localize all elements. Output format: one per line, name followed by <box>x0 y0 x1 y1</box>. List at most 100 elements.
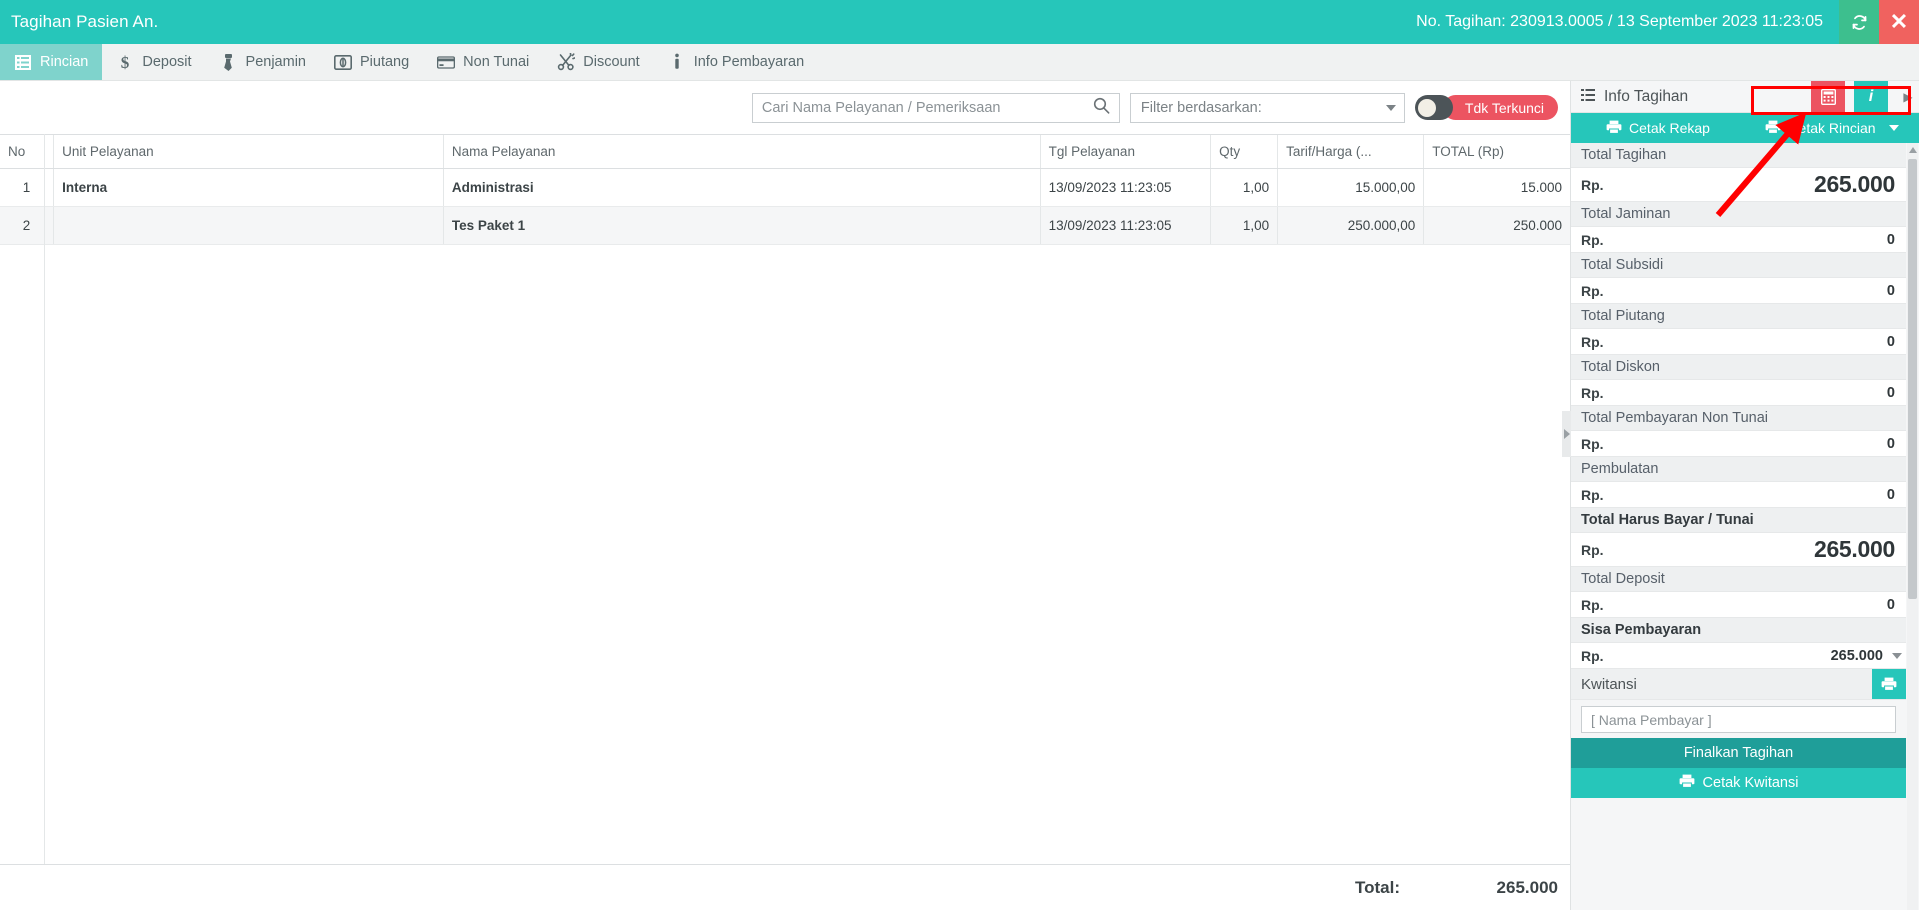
print-rekap-button[interactable]: Cetak Rekap <box>1571 113 1745 143</box>
column-header-nama[interactable]: Nama Pelayanan <box>442 134 1041 169</box>
tab-discount[interactable]: Discount <box>543 44 653 80</box>
chevron-down-icon[interactable] <box>1888 125 1899 131</box>
cell-no: 1 <box>0 168 54 207</box>
search-toolbar: Filter berdasarkan: Tdk Terkunci <box>0 81 1570 134</box>
dollar-icon: $ <box>116 53 134 71</box>
info-icon[interactable]: i <box>1854 80 1888 113</box>
currency-label: Rp. <box>1581 541 1604 558</box>
tab-label: Discount <box>583 54 640 70</box>
tab-info-pembayaran[interactable]: Info Pembayaran <box>654 44 818 80</box>
print-rekap-label: Cetak Rekap <box>1629 120 1710 136</box>
list-icon <box>14 53 32 71</box>
table-row[interactable]: 2 Tes Paket 1 13/09/2023 11:23:05 1,00 2… <box>0 206 1570 245</box>
cell-unit <box>53 206 444 245</box>
chevron-down-icon[interactable] <box>1892 652 1902 659</box>
search-input[interactable] <box>761 99 1093 116</box>
cell-tarif: 15.000,00 <box>1277 168 1424 207</box>
refresh-icon[interactable] <box>1839 0 1879 44</box>
row-label-pembulatan: Pembulatan <box>1571 457 1906 482</box>
row-value-total-harus-bayar: Rp. 265.000 <box>1571 533 1906 567</box>
amount-total-piutang: 0 <box>1886 333 1895 350</box>
amount-sisa-pembayaran: 265.000 <box>1830 647 1883 664</box>
row-label-total-diskon: Total Diskon <box>1571 355 1906 380</box>
cell-total: 15.000 <box>1423 168 1570 207</box>
calculator-icon[interactable] <box>1811 80 1845 113</box>
print-button-group: Cetak Rekap Cetak Rincian <box>1571 113 1919 143</box>
amount-total-diskon: 0 <box>1886 384 1895 401</box>
panel-collapse-handle[interactable] <box>1562 411 1571 457</box>
search-icon[interactable] <box>1093 97 1110 119</box>
column-header-total[interactable]: TOTAL (Rp) <box>1423 134 1570 169</box>
printer-icon[interactable] <box>1872 669 1906 699</box>
list-icon <box>1581 88 1595 106</box>
tab-deposit[interactable]: $ Deposit <box>102 44 205 80</box>
info-panel-header: Info Tagihan i ▶ <box>1571 80 1919 113</box>
cell-unit: Interna <box>53 168 444 207</box>
row-value-sisa-pembayaran[interactable]: Rp. 265.000 <box>1571 643 1906 669</box>
lock-toggle[interactable] <box>1414 95 1453 120</box>
column-header-no[interactable]: No <box>0 134 54 169</box>
cell-total: 250.000 <box>1423 206 1570 245</box>
tie-icon <box>220 53 238 71</box>
currency-label: Rp. <box>1581 435 1604 452</box>
kwitansi-row: Kwitansi <box>1571 669 1906 700</box>
row-value-total-diskon: Rp. 0 <box>1571 380 1906 406</box>
currency-label: Rp. <box>1581 384 1604 401</box>
cell-no: 2 <box>0 206 54 245</box>
svg-text:$: $ <box>121 53 130 71</box>
tab-rincian[interactable]: Rincian <box>0 44 103 80</box>
tab-bar: Rincian $ Deposit Penjamin Piutang Non T… <box>0 44 1919 81</box>
currency-label: Rp. <box>1581 282 1604 299</box>
amount-total-tagihan: 265.000 <box>1813 171 1895 197</box>
info-panel-scrollbar[interactable] <box>1907 143 1918 910</box>
column-header-tgl[interactable]: Tgl Pelayanan <box>1039 134 1211 169</box>
amount-pembulatan: 0 <box>1886 486 1895 503</box>
chevron-down-icon <box>1385 104 1396 111</box>
currency-label: Rp. <box>1581 596 1604 613</box>
currency-label: Rp. <box>1581 333 1604 350</box>
cell-tgl: 13/09/2023 11:23:05 <box>1039 168 1211 207</box>
tab-label: Non Tunai <box>463 54 530 70</box>
currency-label: Rp. <box>1581 486 1604 503</box>
row-value-total-deposit: Rp. 0 <box>1571 592 1906 618</box>
tab-piutang[interactable]: Piutang <box>320 44 423 80</box>
kwitansi-label: Kwitansi <box>1581 675 1637 693</box>
row-label-total-piutang: Total Piutang <box>1571 304 1906 329</box>
table-body: 1 Interna Administrasi 13/09/2023 11:23:… <box>0 168 1570 245</box>
scissors-icon <box>557 53 576 71</box>
services-table: No Unit Pelayanan Nama Pelayanan Tgl Pel… <box>0 134 1570 245</box>
search-box[interactable] <box>751 92 1120 123</box>
column-header-qty[interactable]: Qty <box>1210 134 1278 169</box>
services-table-wrapper: No Unit Pelayanan Nama Pelayanan Tgl Pel… <box>0 134 1570 864</box>
print-kwitansi-label: Cetak Kwitansi <box>1702 775 1799 791</box>
row-label-total-deposit: Total Deposit <box>1571 567 1906 592</box>
tab-non-tunai[interactable]: Non Tunai <box>423 44 543 80</box>
amount-total-deposit: 0 <box>1886 596 1895 613</box>
payer-field-wrapper <box>1571 700 1906 738</box>
details-pane: Filter berdasarkan: Tdk Terkunci <box>0 81 1570 910</box>
scrollbar-thumb[interactable] <box>1908 159 1917 599</box>
print-rincian-button[interactable]: Cetak Rincian <box>1745 113 1919 143</box>
tab-label: Info Pembayaran <box>693 54 805 70</box>
printer-icon <box>1606 120 1622 137</box>
scroll-up-arrow[interactable] <box>1907 143 1918 156</box>
lock-status-button[interactable]: Tdk Terkunci <box>1442 95 1558 120</box>
tab-penjamin[interactable]: Penjamin <box>206 44 320 80</box>
application-window: Tagihan Pasien An. No. Tagihan: 230913.0… <box>0 0 1919 910</box>
lock-status-label: Tdk Terkunci <box>1464 99 1544 116</box>
payer-name-input[interactable] <box>1581 706 1896 733</box>
row-label-total-harus-bayar: Total Harus Bayar / Tunai <box>1571 508 1906 533</box>
column-header-unit[interactable]: Unit Pelayanan <box>53 134 444 169</box>
close-icon[interactable]: ✕ <box>1879 0 1919 44</box>
filter-dropdown[interactable]: Filter berdasarkan: <box>1129 92 1405 123</box>
finalize-bill-button[interactable]: Finalkan Tagihan <box>1571 738 1906 768</box>
info-rows: Total Tagihan Rp. 265.000 Total Jaminan … <box>1571 143 1919 798</box>
main-body: Filter berdasarkan: Tdk Terkunci <box>0 80 1919 910</box>
printer-icon <box>1679 774 1695 792</box>
print-kwitansi-button[interactable]: Cetak Kwitansi <box>1571 768 1906 798</box>
bill-number-label: No. Tagihan: 230913.0005 / 13 September … <box>1416 13 1823 30</box>
chevron-right-icon <box>1563 429 1570 439</box>
table-row[interactable]: 1 Interna Administrasi 13/09/2023 11:23:… <box>0 168 1570 207</box>
column-header-tarif[interactable]: Tarif/Harga (... <box>1277 134 1424 169</box>
chevron-right-icon[interactable]: ▶ <box>1897 81 1919 113</box>
